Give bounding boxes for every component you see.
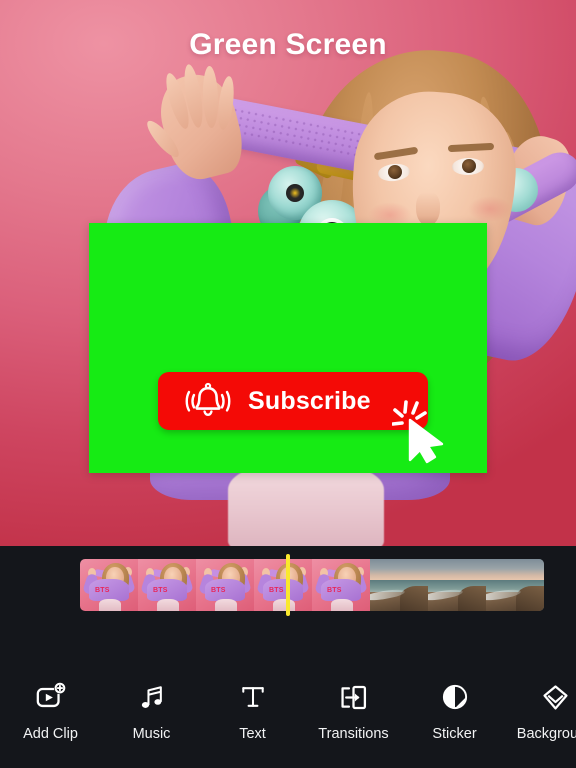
toolbar-item-text[interactable]: Text xyxy=(202,680,303,742)
timeline-panel[interactable]: BTS BTS BTS BTS BTS xyxy=(0,546,576,660)
toolbar-item-transitions[interactable]: Transitions xyxy=(303,680,404,742)
sticker-icon xyxy=(438,680,472,714)
toolbar-label: Add Clip xyxy=(23,726,78,742)
toolbar-label: Music xyxy=(132,726,171,742)
thumbnail-caption: BTS xyxy=(95,587,110,594)
subscribe-label: Subscribe xyxy=(248,386,371,415)
timeline-clip-1[interactable]: BTS BTS BTS BTS BTS xyxy=(80,559,370,611)
cheek xyxy=(468,196,512,222)
thumbnail-caption: BTS xyxy=(153,587,168,594)
timeline-clip-2[interactable] xyxy=(370,559,544,611)
video-preview-canvas[interactable]: Green Screen Subscribe xyxy=(0,0,576,546)
timeline-thumbnail[interactable]: BTS xyxy=(138,559,196,611)
timeline-thumbnail[interactable] xyxy=(486,559,544,611)
toolbar-item-sticker[interactable]: Sticker xyxy=(404,680,505,742)
skirt xyxy=(228,462,384,546)
toolbar-label: Transitions xyxy=(318,726,389,742)
timeline-thumbnail[interactable]: BTS xyxy=(254,559,312,611)
add-clip-icon xyxy=(34,680,68,714)
timeline-playhead[interactable] xyxy=(286,554,290,616)
text-t-icon xyxy=(236,680,270,714)
thumbnail-caption: BTS xyxy=(211,587,226,594)
timeline-thumbnail[interactable]: BTS xyxy=(312,559,370,611)
timeline-thumbnail[interactable]: BTS xyxy=(196,559,254,611)
timeline-track[interactable]: BTS BTS BTS BTS BTS xyxy=(80,559,544,611)
toolbar-label: Background xyxy=(516,726,576,742)
nose xyxy=(416,192,440,226)
toolbar-label: Sticker xyxy=(432,726,477,742)
toolbar-item-add-clip[interactable]: Add Clip xyxy=(0,680,101,742)
notification-bell-ringing-icon xyxy=(180,381,236,421)
transitions-icon xyxy=(337,680,371,714)
timeline-thumbnail[interactable] xyxy=(370,559,428,611)
timeline-thumbnail[interactable]: BTS xyxy=(80,559,138,611)
music-note-icon xyxy=(135,680,169,714)
iris xyxy=(388,165,402,179)
toolbar-label: Text xyxy=(239,726,266,742)
timeline-thumbnail[interactable] xyxy=(428,559,486,611)
mouse-cursor-click-icon xyxy=(391,398,452,464)
toolbar-item-music[interactable]: Music xyxy=(101,680,202,742)
bottom-toolbar: Add Clip Music Text Transitions Sticker … xyxy=(0,660,576,768)
toolbar-item-background[interactable]: Background xyxy=(505,680,576,742)
preview-title: Green Screen xyxy=(189,28,387,61)
thumbnail-caption: BTS xyxy=(327,587,342,594)
subscribe-button-overlay[interactable]: Subscribe xyxy=(158,372,428,430)
background-icon xyxy=(539,680,573,714)
iris xyxy=(462,159,476,173)
thumbnail-caption: BTS xyxy=(269,587,284,594)
